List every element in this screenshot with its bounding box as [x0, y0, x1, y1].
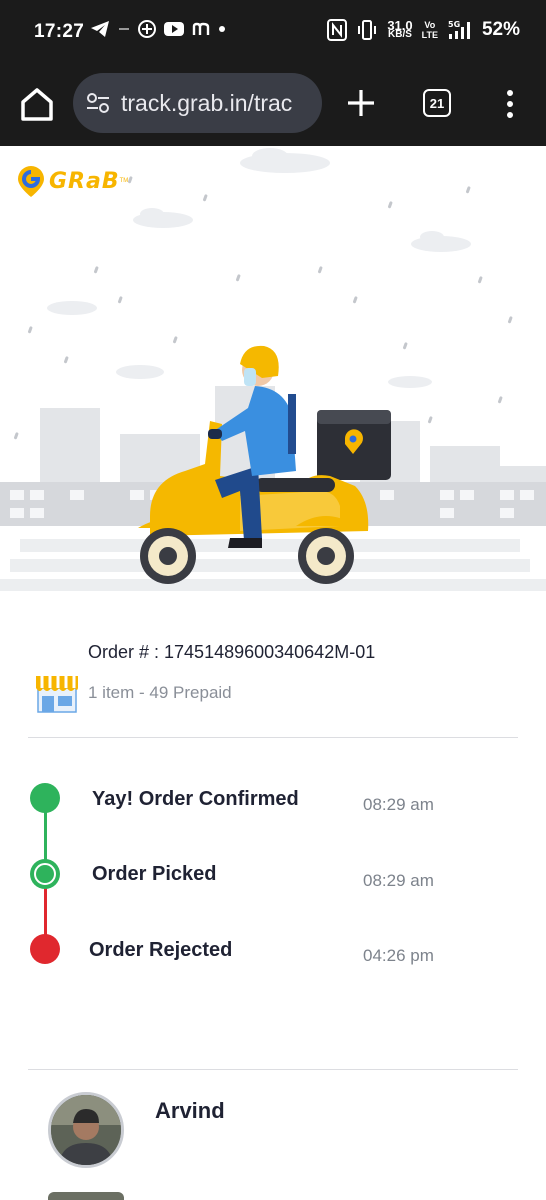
divider: [28, 1069, 518, 1070]
driver-name: Arvind: [155, 1098, 225, 1123]
status-label-confirmed: Yay! Order Confirmed: [92, 788, 299, 810]
second-avatar-partial: [48, 1192, 124, 1200]
m-app-icon: [192, 22, 210, 35]
volte-indicator: Vo LTE: [421, 20, 438, 40]
tab-switcher-button[interactable]: 21: [423, 89, 451, 117]
youtube-icon: [164, 22, 184, 36]
browser-toolbar: track.grab.in/trac 21: [0, 64, 546, 146]
store-icon: [36, 676, 78, 713]
svg-text:5G: 5G: [448, 20, 460, 29]
status-dot-confirmed: [30, 783, 60, 813]
status-time: 17:27: [34, 21, 85, 42]
home-icon[interactable]: [20, 86, 54, 122]
status-time-confirmed: 08:29 am: [363, 795, 434, 814]
battery-level: 52%: [481, 19, 520, 40]
location-pin-logo-icon: [18, 166, 44, 197]
grid-app-icon: [138, 20, 156, 38]
order-summary-row: 1 item - 49 Prepaid: [34, 672, 232, 714]
status-time-rejected: 04:26 pm: [363, 946, 434, 965]
signal-5g-icon: 5G: [448, 20, 470, 39]
notification-icons: [90, 20, 226, 38]
scooter-rider-illustration: [0, 148, 546, 591]
order-number: Order # : 17451489600340642M-01: [88, 642, 376, 662]
nfc-icon: [327, 19, 348, 41]
url-text[interactable]: track.grab.in/trac: [121, 90, 292, 117]
order-summary: 1 item - 49 Prepaid: [88, 683, 232, 702]
new-tab-icon[interactable]: [346, 88, 376, 118]
driver-photo: [51, 1095, 121, 1165]
status-dot-picked: [30, 859, 60, 889]
driver-avatar: [48, 1092, 124, 1168]
small-app-icon: [119, 28, 129, 30]
delivery-illustration: GRaB TM: [0, 146, 546, 594]
more-notifications-icon: [219, 26, 225, 32]
address-bar[interactable]: track.grab.in/trac: [73, 73, 322, 133]
telegram-icon: [91, 21, 109, 37]
network-speed: 31.0 KB/S: [387, 18, 413, 40]
status-dot-rejected: [30, 934, 60, 964]
status-label-picked: Order Picked: [92, 863, 217, 885]
overflow-menu-icon[interactable]: [498, 88, 522, 120]
site-settings-icon[interactable]: [85, 90, 111, 116]
divider: [28, 737, 518, 738]
system-icons: 31.0 KB/S Vo LTE 5G 52%: [327, 19, 520, 41]
status-time-picked: 08:29 am: [363, 871, 434, 890]
status-bar: 17:27 31.0 KB/S Vo LTE 5G 52%: [0, 0, 546, 64]
logo-text: GRaB: [49, 168, 120, 194]
grab-logo[interactable]: GRaB TM: [16, 164, 128, 198]
trademark: TM: [119, 178, 129, 184]
status-label-rejected: Order Rejected: [89, 939, 233, 961]
vibrate-icon: [358, 20, 377, 40]
